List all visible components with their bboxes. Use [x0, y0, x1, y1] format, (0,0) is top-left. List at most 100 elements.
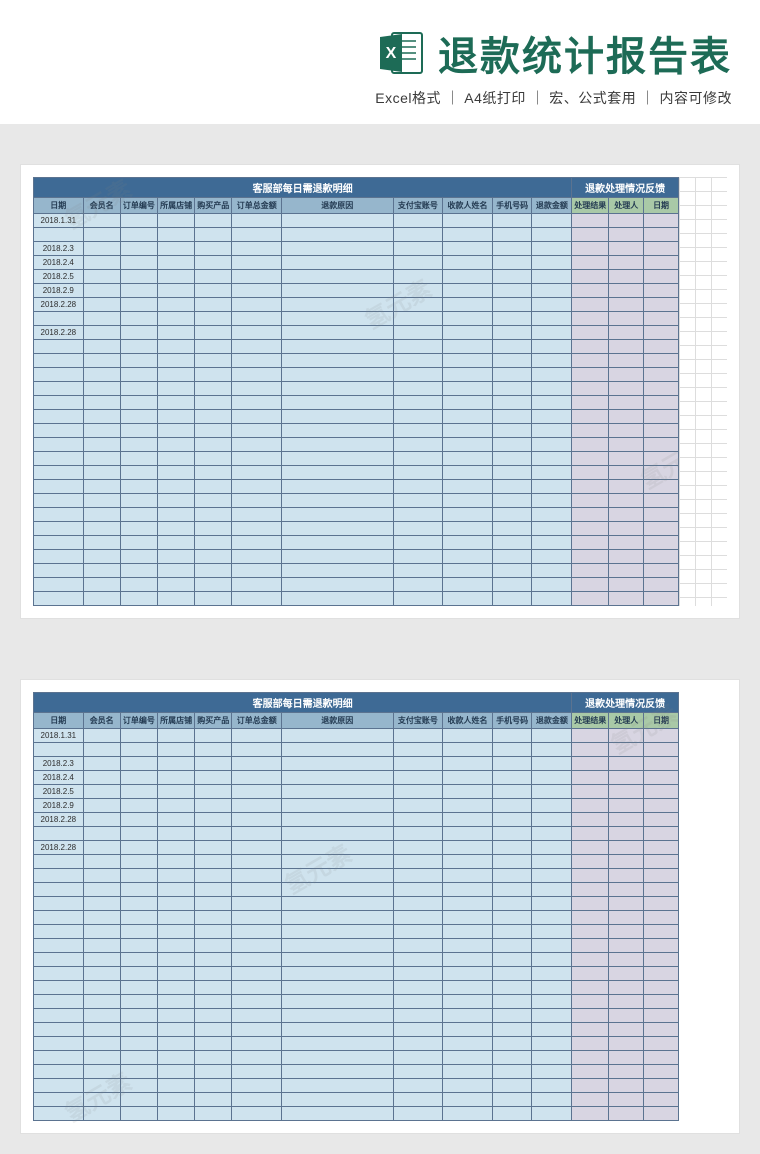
table-cell — [120, 729, 157, 743]
table-cell — [83, 911, 120, 925]
table-cell-feedback — [644, 743, 679, 757]
table-cell-feedback — [572, 743, 609, 757]
table-cell — [393, 981, 443, 995]
table-cell — [195, 578, 232, 592]
table-cell-feedback — [644, 925, 679, 939]
table-cell — [282, 729, 394, 743]
table-cell — [492, 382, 532, 396]
table-cell — [492, 729, 532, 743]
col-header: 退款原因 — [282, 713, 394, 729]
table-cell — [393, 396, 443, 410]
table-cell-feedback — [644, 785, 679, 799]
table-row: 2018.2.5 — [34, 270, 679, 284]
table-cell — [120, 1037, 157, 1051]
table-cell-feedback — [644, 771, 679, 785]
sheet-preview-2: 氢元素 氢元素 氢元素 客服部每日需退款明细退款处理情况反馈日期会员名订单编号所… — [20, 679, 740, 1134]
table-cell-feedback — [572, 564, 609, 578]
table-cell — [443, 564, 493, 578]
table-cell — [532, 242, 572, 256]
table-cell — [393, 729, 443, 743]
table-cell — [492, 354, 532, 368]
table-cell — [532, 270, 572, 284]
table-cell — [492, 1037, 532, 1051]
table-cell — [443, 981, 493, 995]
table-cell — [532, 1107, 572, 1121]
table-cell — [393, 925, 443, 939]
table-cell — [282, 480, 394, 494]
col-header-feedback: 日期 — [644, 713, 679, 729]
col-header: 订单编号 — [120, 713, 157, 729]
table-cell — [120, 312, 157, 326]
table-cell — [158, 939, 195, 953]
table-cell-feedback — [644, 326, 679, 340]
table-cell — [158, 326, 195, 340]
table-cell — [120, 592, 157, 606]
table-cell — [195, 480, 232, 494]
table-cell — [158, 214, 195, 228]
table-cell — [282, 1051, 394, 1065]
table-cell — [393, 1065, 443, 1079]
table-cell — [393, 424, 443, 438]
table-cell — [393, 1023, 443, 1037]
table-cell — [443, 995, 493, 1009]
table-cell-feedback — [609, 578, 644, 592]
table-cell — [34, 743, 84, 757]
table-cell — [195, 438, 232, 452]
table-cell — [158, 522, 195, 536]
table-cell-feedback — [644, 368, 679, 382]
table-row — [34, 981, 679, 995]
table-cell — [492, 785, 532, 799]
table-cell — [34, 1093, 84, 1107]
table-cell — [443, 466, 493, 480]
table-cell — [158, 1023, 195, 1037]
table-cell — [83, 1009, 120, 1023]
table-cell — [232, 452, 282, 466]
table-cell-feedback — [572, 1107, 609, 1121]
table-cell — [195, 466, 232, 480]
table-cell — [158, 438, 195, 452]
table-cell — [532, 494, 572, 508]
table-cell — [34, 522, 84, 536]
table-cell — [158, 1079, 195, 1093]
table-cell-feedback — [609, 452, 644, 466]
table-cell — [195, 340, 232, 354]
table-cell — [282, 494, 394, 508]
table-cell — [83, 564, 120, 578]
table-cell — [443, 256, 493, 270]
table-cell — [393, 466, 443, 480]
table-cell — [34, 855, 84, 869]
table-cell — [492, 326, 532, 340]
table-cell — [393, 785, 443, 799]
table-cell — [158, 578, 195, 592]
table-cell — [120, 1079, 157, 1093]
table-cell-feedback — [609, 799, 644, 813]
table-cell — [120, 785, 157, 799]
table-row: 2018.2.4 — [34, 256, 679, 270]
table-cell — [492, 967, 532, 981]
table-row — [34, 897, 679, 911]
table-cell-feedback — [609, 438, 644, 452]
table-cell — [492, 799, 532, 813]
table-cell — [492, 298, 532, 312]
table-cell-feedback — [609, 354, 644, 368]
table-cell — [158, 508, 195, 522]
table-cell: 2018.2.5 — [34, 785, 84, 799]
table-cell — [195, 270, 232, 284]
table-cell — [232, 939, 282, 953]
table-cell — [83, 1051, 120, 1065]
table-cell — [532, 771, 572, 785]
table-cell — [443, 270, 493, 284]
table-cell — [120, 452, 157, 466]
table-row — [34, 452, 679, 466]
table-row — [34, 312, 679, 326]
table-cell-feedback — [644, 1107, 679, 1121]
table-cell-feedback — [572, 869, 609, 883]
table-cell-feedback — [572, 939, 609, 953]
table-cell-feedback — [644, 564, 679, 578]
table-cell — [34, 911, 84, 925]
table-cell — [120, 536, 157, 550]
table-cell — [282, 508, 394, 522]
table-cell — [83, 1079, 120, 1093]
table-cell — [195, 953, 232, 967]
table-cell — [120, 396, 157, 410]
